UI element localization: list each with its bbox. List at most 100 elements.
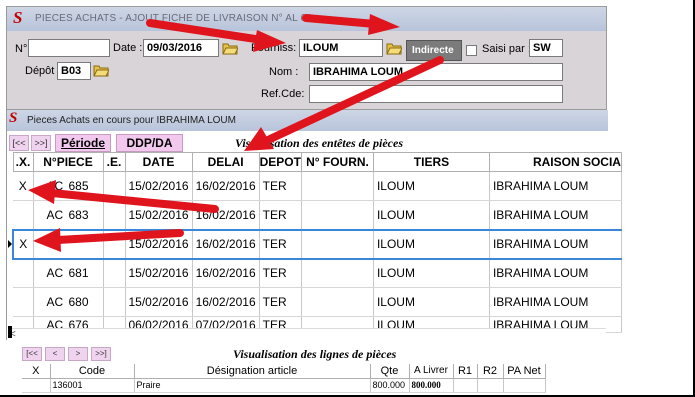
lines-nav-last-button[interactable]: >>] [91,347,111,361]
horizontal-scrollbar[interactable]: < [8,328,606,340]
lines-nav-next-button[interactable]: > [68,347,88,361]
line-cell-r2[interactable] [477,378,504,393]
cell-date[interactable]: 15/02/2016 [125,258,193,288]
indirecte-checkbox[interactable] [466,45,477,56]
table-row[interactable]: 136001 Praire 800.000 800.000 [22,378,546,393]
table-row[interactable]: AC 681 15/02/2016 16/02/2016 TER ILOUM IB… [13,258,622,288]
lines-col-qte[interactable]: Qte [370,364,410,379]
cell-delai[interactable]: 16/02/2016 [192,200,260,230]
line-cell-code[interactable]: 136001 [50,378,135,393]
cell-tiers[interactable]: ILOUM [373,228,490,260]
nav-first-button[interactable]: [<< [9,135,29,151]
cell-raison[interactable]: IBRAHIMA LOUM [489,171,622,201]
cell-raison[interactable]: IBRAHIMA LOUM [489,258,622,288]
window-title: PIECES ACHATS - AJOUT FICHE DE LIVRAISON… [35,13,313,24]
cell-tiers[interactable]: ILOUM [373,200,490,230]
lines-col-x[interactable]: X [22,364,51,379]
line-cell-qte[interactable]: 800.000 [370,378,410,393]
cell-e[interactable] [103,258,126,288]
cell-depot[interactable]: TER [259,228,302,260]
cell-delai[interactable]: 16/02/2016 [192,287,260,317]
cell-depot[interactable]: TER [259,171,302,201]
saisi-par-field[interactable]: SW [529,39,563,57]
lines-col-panet[interactable]: PA Net [503,364,546,379]
app-logo-icon: S [13,8,23,27]
cell-date[interactable]: 15/02/2016 [125,200,193,230]
cell-e[interactable] [103,171,126,201]
table-row[interactable]: X AC 685 15/02/2016 16/02/2016 TER ILOUM … [13,171,622,201]
cell-delai[interactable]: 16/02/2016 [192,228,260,260]
nom-field[interactable]: IBRAHIMA LOUM [309,63,563,81]
line-cell-designation[interactable]: Praire [134,378,371,393]
cell-date[interactable]: 15/02/2016 [125,287,193,317]
cell-raison[interactable]: IBRAHIMA LOUM [489,287,622,317]
line-cell-alivrer[interactable]: 800.000 [409,378,454,393]
ddp-da-button[interactable]: DDP/DA [116,134,183,152]
cell-delai[interactable]: 16/02/2016 [192,258,260,288]
col-header-numpiece[interactable]: N°PIECE [32,152,104,172]
cell-fourn[interactable] [301,171,374,201]
cell-numpiece[interactable]: AC 680 [33,287,104,317]
fourniss-folder-icon[interactable] [386,42,402,55]
depot-field[interactable]: B03 [57,62,91,80]
col-header-depot[interactable]: DEPOT [258,152,302,172]
cell-raison[interactable]: IBRAHIMA LOUM [489,228,622,260]
cell-fourn[interactable] [301,228,374,260]
table-row-selected[interactable]: X 15/02/2016 16/02/2016 TER ILOUM IBRAHI… [12,228,622,260]
piece-header-window: S PIECES ACHATS - AJOUT FICHE DE LIVRAIS… [6,6,607,110]
cell-x[interactable] [13,200,34,230]
lines-col-r2[interactable]: R2 [477,364,504,379]
numero-field[interactable] [28,39,110,57]
periode-button[interactable]: Période [55,134,111,152]
lines-col-code[interactable]: Code [50,364,135,379]
cell-fourn[interactable] [301,287,374,317]
cell-tiers[interactable]: ILOUM [373,258,490,288]
lines-col-r1[interactable]: R1 [453,364,478,379]
refcde-field[interactable] [309,85,563,103]
col-header-tiers[interactable]: TIERS [372,152,490,172]
cell-numpiece[interactable] [33,228,104,260]
depot-folder-icon[interactable] [93,64,109,77]
cell-e[interactable] [103,287,126,317]
cell-delai[interactable]: 16/02/2016 [192,171,260,201]
line-cell-r1[interactable] [453,378,478,393]
cell-e[interactable] [103,200,126,230]
line-cell-panet[interactable] [503,378,546,393]
cell-x[interactable]: X [12,228,34,260]
line-cell-x[interactable] [22,378,51,393]
lines-nav-first-button[interactable]: [<< [22,347,42,361]
lines-nav-prev-button[interactable]: < [45,347,65,361]
cell-numpiece[interactable]: AC 683 [33,200,104,230]
date-folder-icon[interactable] [222,42,238,55]
nav-last-button[interactable]: >>] [31,135,51,151]
cell-tiers[interactable]: ILOUM [373,171,490,201]
cell-date[interactable]: 15/02/2016 [125,171,193,201]
col-header-delai[interactable]: DELAI [191,152,260,172]
fourniss-field[interactable]: ILOUM [299,39,383,57]
col-header-e[interactable]: .E. [102,152,126,172]
cell-e[interactable] [103,228,126,260]
cell-fourn[interactable] [301,258,374,288]
cell-depot[interactable]: TER [259,258,302,288]
cell-x[interactable] [13,287,34,317]
col-header-x[interactable]: .X. [12,152,34,172]
cell-depot[interactable]: TER [259,287,302,317]
col-header-raison[interactable]: RAISON SOCIA [488,152,622,172]
lines-col-alivrer[interactable]: A Livrer [409,364,454,379]
cell-tiers[interactable]: ILOUM [373,287,490,317]
cell-fourn[interactable] [301,200,374,230]
cell-numpiece[interactable]: AC 685 [33,171,104,201]
table-row[interactable]: AC 680 15/02/2016 16/02/2016 TER ILOUM IB… [13,287,622,317]
date-field[interactable]: 09/03/2016 [143,39,219,57]
indirecte-button[interactable]: Indirecte [406,40,462,61]
table-row[interactable]: AC 683 15/02/2016 16/02/2016 TER ILOUM IB… [13,200,622,230]
lines-col-designation[interactable]: Désignation article [134,364,371,379]
col-header-numfourn[interactable]: N° FOURN. [300,152,374,172]
col-header-date[interactable]: DATE [124,152,193,172]
cell-date[interactable]: 15/02/2016 [125,228,193,260]
cell-x[interactable] [13,258,34,288]
cell-raison[interactable]: IBRAHIMA LOUM [489,200,622,230]
cell-x[interactable]: X [13,171,34,201]
cell-numpiece[interactable]: AC 681 [33,258,104,288]
cell-depot[interactable]: TER [259,200,302,230]
